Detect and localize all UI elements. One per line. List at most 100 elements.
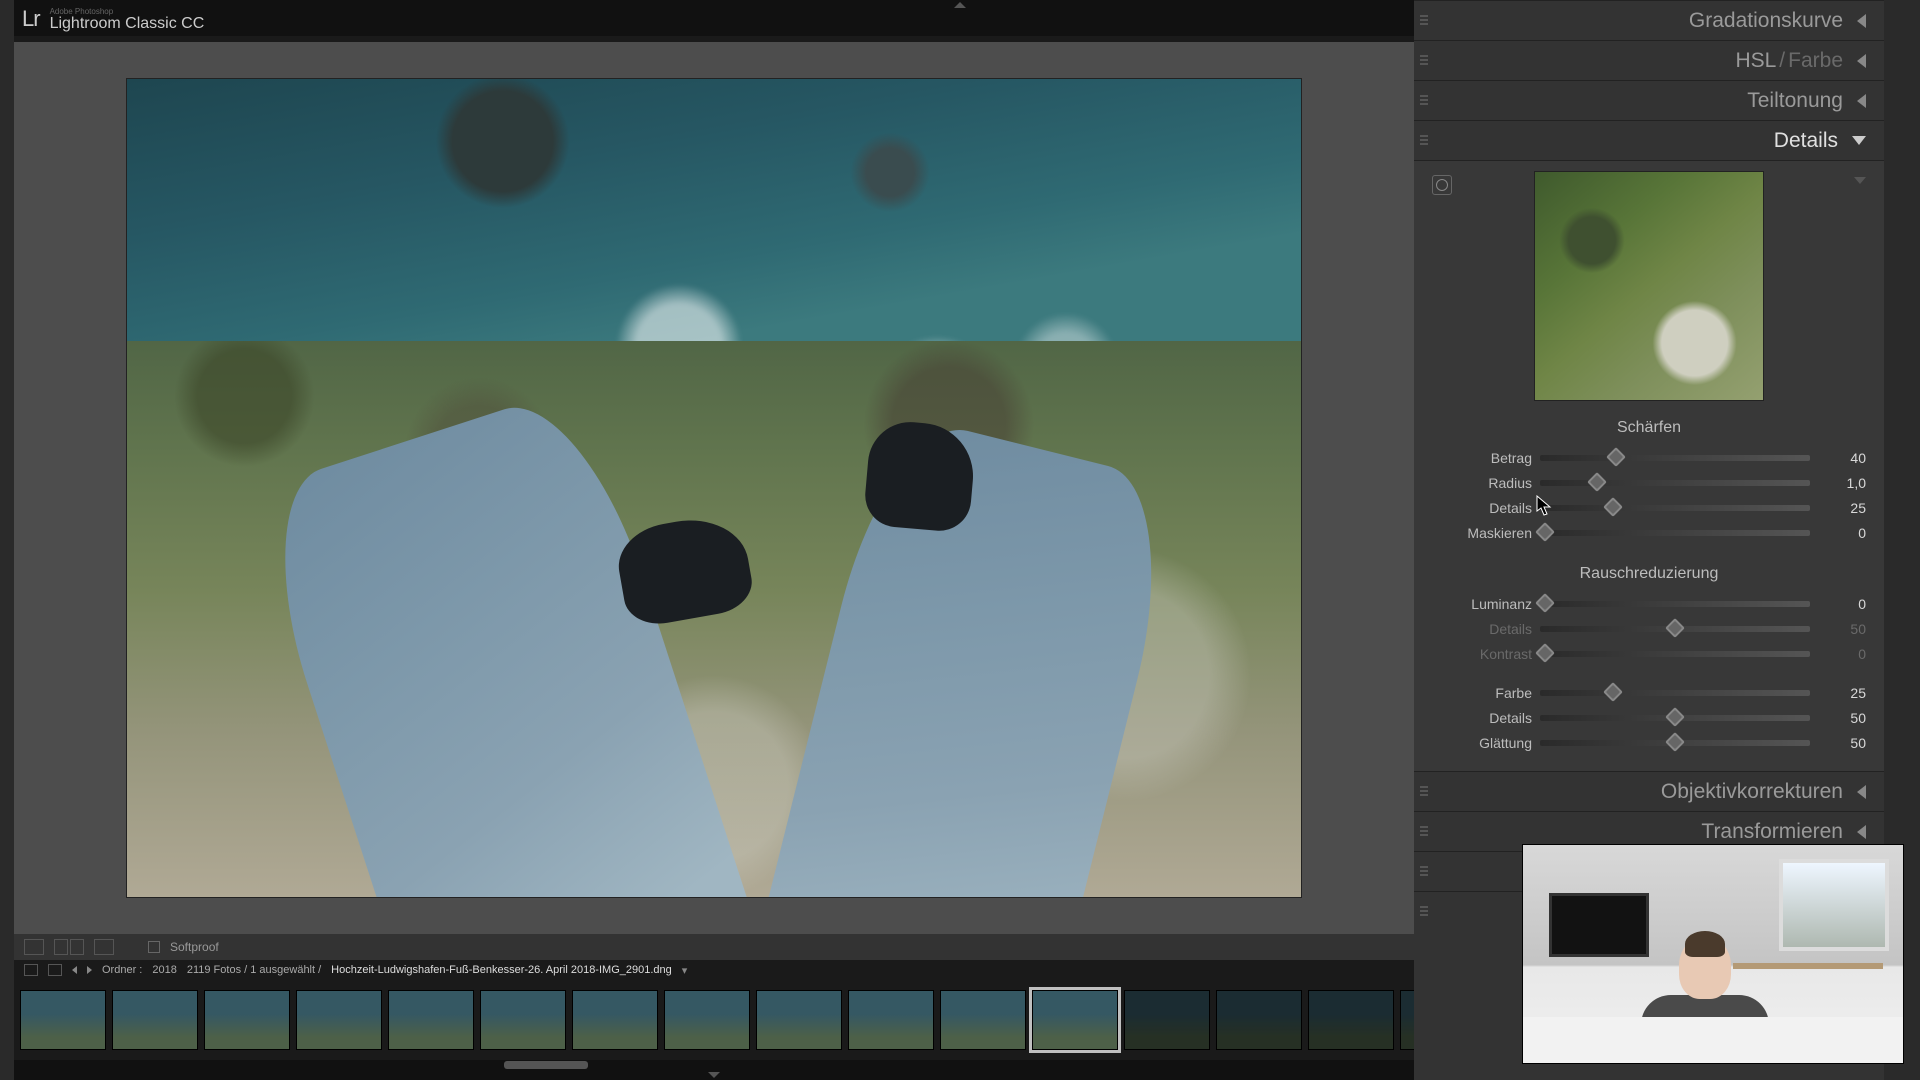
right-panel-collapse[interactable]	[1906, 0, 1920, 1080]
compare-view-button[interactable]	[54, 939, 68, 955]
slider-value[interactable]: 40	[1810, 450, 1866, 466]
slider-track[interactable]	[1540, 715, 1810, 721]
disclosure-icon[interactable]	[1854, 177, 1866, 184]
filmstrip-thumb[interactable]	[112, 990, 198, 1050]
slider-details-sharpen-detail: Details 25	[1432, 495, 1866, 520]
slider-details-noise-smooth: Glättung 50	[1432, 730, 1866, 755]
filmstrip-thumb[interactable]	[664, 990, 750, 1050]
filmstrip-thumb[interactable]	[572, 990, 658, 1050]
main-photo[interactable]	[126, 78, 1302, 899]
collapse-icon	[1857, 825, 1866, 839]
panel-title: Details	[1774, 129, 1838, 153]
slider-track[interactable]	[1540, 601, 1810, 607]
prev-photo-icon[interactable]	[72, 966, 77, 974]
slider-label: Betrag	[1432, 450, 1540, 466]
survey-view-button[interactable]	[70, 939, 84, 955]
filmstrip-thumb[interactable]	[756, 990, 842, 1050]
slider-knob[interactable]	[1665, 732, 1685, 752]
filmstrip-thumb[interactable]	[388, 990, 474, 1050]
slider-track[interactable]	[1540, 455, 1810, 461]
filmstrip-thumb[interactable]	[1400, 990, 1414, 1050]
left-panel-collapse[interactable]	[0, 0, 14, 1080]
slider-details-noise-ldetail: Details50	[1432, 616, 1866, 641]
bottom-grip-icon[interactable]	[14, 1070, 1414, 1080]
expand-icon	[1852, 136, 1866, 145]
slider-knob[interactable]	[1665, 707, 1685, 727]
slider-details-noise-luminance: Luminanz 0	[1432, 591, 1866, 616]
scrollbar-handle[interactable]	[504, 1061, 588, 1069]
slider-value[interactable]: 50	[1810, 735, 1866, 751]
filmstrip-thumb[interactable]	[296, 990, 382, 1050]
filmstrip-thumb[interactable]	[480, 990, 566, 1050]
slider-value[interactable]: 0	[1810, 525, 1866, 541]
filmstrip-scrollbar[interactable]	[14, 1060, 1414, 1070]
panel-lens-corrections[interactable]: Objektivkorrekturen	[1414, 771, 1884, 811]
slider-knob[interactable]	[1603, 682, 1623, 702]
slider-track[interactable]	[1540, 530, 1810, 536]
panel-split-toning[interactable]: Teiltonung	[1414, 80, 1884, 120]
slider-value[interactable]: 25	[1810, 685, 1866, 701]
panel-title-farbe: Farbe	[1788, 49, 1843, 72]
next-photo-icon[interactable]	[87, 966, 92, 974]
slider-track[interactable]	[1540, 626, 1810, 632]
filmstrip-thumb[interactable]	[1308, 990, 1394, 1050]
panel-hsl-color[interactable]: HSL/Farbe	[1414, 40, 1884, 80]
filmstrip[interactable]	[14, 980, 1414, 1060]
slider-label: Farbe	[1432, 685, 1540, 701]
slider-label: Luminanz	[1432, 596, 1540, 612]
slider-label: Glättung	[1432, 735, 1540, 751]
filmstrip-thumb[interactable]	[940, 990, 1026, 1050]
slider-track[interactable]	[1540, 480, 1810, 486]
current-filename[interactable]: Hochzeit-Ludwigshafen-Fuß-Benkesser-26. …	[331, 964, 672, 976]
slider-value[interactable]: 50	[1810, 621, 1866, 637]
softproof-label: Softproof	[170, 940, 219, 954]
slider-track[interactable]	[1540, 740, 1810, 746]
panel-grip-icon	[1420, 906, 1428, 918]
detail-target-button[interactable]	[1432, 175, 1452, 195]
panel-details[interactable]: Details	[1414, 120, 1884, 160]
slider-value[interactable]: 0	[1810, 596, 1866, 612]
slider-value[interactable]: 0	[1810, 646, 1866, 662]
image-viewer[interactable]	[14, 42, 1414, 934]
slider-details-sharpen-amount: Betrag 40	[1432, 445, 1866, 470]
folder-year[interactable]: 2018	[152, 964, 176, 976]
slider-details-sharpen-radius: Radius1,0	[1432, 470, 1866, 495]
panel-title: Teiltonung	[1747, 89, 1843, 113]
photo-count: 2119 Fotos / 1 ausgewählt /	[187, 964, 321, 976]
filmstrip-thumb[interactable]	[1216, 990, 1302, 1050]
filmstrip-thumb[interactable]	[1124, 990, 1210, 1050]
panel-grip-icon	[1420, 866, 1428, 878]
slider-track[interactable]	[1540, 651, 1810, 657]
secondary-display-button[interactable]	[24, 964, 38, 976]
before-after-button[interactable]	[94, 939, 114, 955]
details-panel-body: Schärfen Betrag40Radius1,0Details25Maski…	[1414, 160, 1884, 771]
slider-value[interactable]: 50	[1810, 710, 1866, 726]
softproof-checkbox[interactable]	[148, 941, 160, 953]
filmstrip-thumb[interactable]	[204, 990, 290, 1050]
grid-toggle-button[interactable]	[48, 964, 62, 976]
slider-value[interactable]: 25	[1810, 500, 1866, 516]
panel-title-hsl: HSL	[1735, 49, 1776, 72]
slider-value[interactable]: 1,0	[1810, 475, 1866, 491]
detail-preview[interactable]	[1534, 171, 1764, 401]
slider-knob[interactable]	[1587, 472, 1607, 492]
filmstrip-info-bar: Ordner : 2018 2119 Fotos / 1 ausgewählt …	[14, 960, 1414, 980]
slider-label: Kontrast	[1432, 646, 1540, 662]
panel-gradation-curve[interactable]: Gradationskurve	[1414, 0, 1884, 40]
header-grip-icon[interactable]	[949, 2, 971, 10]
slider-knob[interactable]	[1606, 447, 1626, 467]
panel-grip-icon	[1420, 55, 1428, 67]
collapse-icon	[1857, 14, 1866, 28]
filmstrip-thumb[interactable]	[848, 990, 934, 1050]
loupe-view-button[interactable]	[24, 939, 44, 955]
slider-track[interactable]	[1540, 505, 1810, 511]
slider-knob[interactable]	[1665, 618, 1685, 638]
app-header: Lr Adobe Photoshop Lightroom Classic CC	[14, 0, 1414, 36]
noise-title: Rauschreduzierung	[1432, 565, 1866, 583]
filmstrip-thumb[interactable]	[1032, 990, 1118, 1050]
slider-label: Details	[1432, 500, 1540, 516]
slider-knob[interactable]	[1603, 497, 1623, 517]
panel-grip-icon	[1420, 826, 1428, 838]
filmstrip-thumb[interactable]	[20, 990, 106, 1050]
slider-track[interactable]	[1540, 690, 1810, 696]
